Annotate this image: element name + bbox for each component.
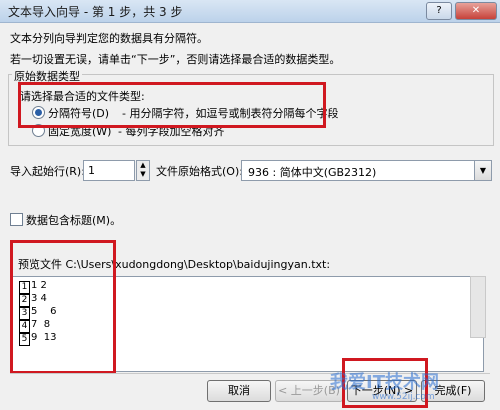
file-origin-value: 936 : 简体中文(GB2312) (248, 166, 377, 179)
start-row-value: 1 (88, 164, 95, 177)
help-button[interactable]: ? (426, 2, 452, 20)
watermark-text: 我爱IT技术网 (330, 372, 439, 393)
title-bar: 文本导入向导 - 第 1 步，共 3 步 ? ✕ (0, 0, 500, 23)
watermark-url: www.52ij.com (372, 392, 435, 402)
headers-checkbox-label[interactable]: 数据包含标题(M)。 (26, 212, 121, 228)
file-origin-label: 文件原始格式(O): (156, 165, 243, 178)
close-button[interactable]: ✕ (455, 2, 497, 20)
cancel-button[interactable]: 取消 (207, 380, 271, 402)
highlight-box-file-type (18, 82, 326, 128)
start-row-spinner[interactable]: ▲ ▼ (136, 160, 150, 181)
chevron-down-icon[interactable]: ▼ (474, 160, 492, 181)
file-origin-select[interactable]: 936 : 简体中文(GB2312) (241, 160, 475, 181)
preview-scrollbar[interactable] (470, 276, 486, 338)
intro-line-1: 文本分列向导判定您的数据具有分隔符。 (10, 32, 208, 45)
text-import-wizard-window: 文本导入向导 - 第 1 步，共 3 步 ? ✕ 文本分列向导判定您的数据具有分… (0, 0, 500, 410)
intro-line-2: 若一切设置无误，请单击“下一步”，否则请选择最合适的数据类型。 (10, 53, 341, 66)
start-row-label: 导入起始行(R): (10, 165, 85, 178)
start-row-input[interactable]: 1 (83, 160, 135, 181)
window-title: 文本导入向导 - 第 1 步，共 3 步 (8, 5, 183, 19)
headers-checkbox[interactable] (10, 213, 23, 226)
highlight-box-preview (10, 240, 116, 374)
